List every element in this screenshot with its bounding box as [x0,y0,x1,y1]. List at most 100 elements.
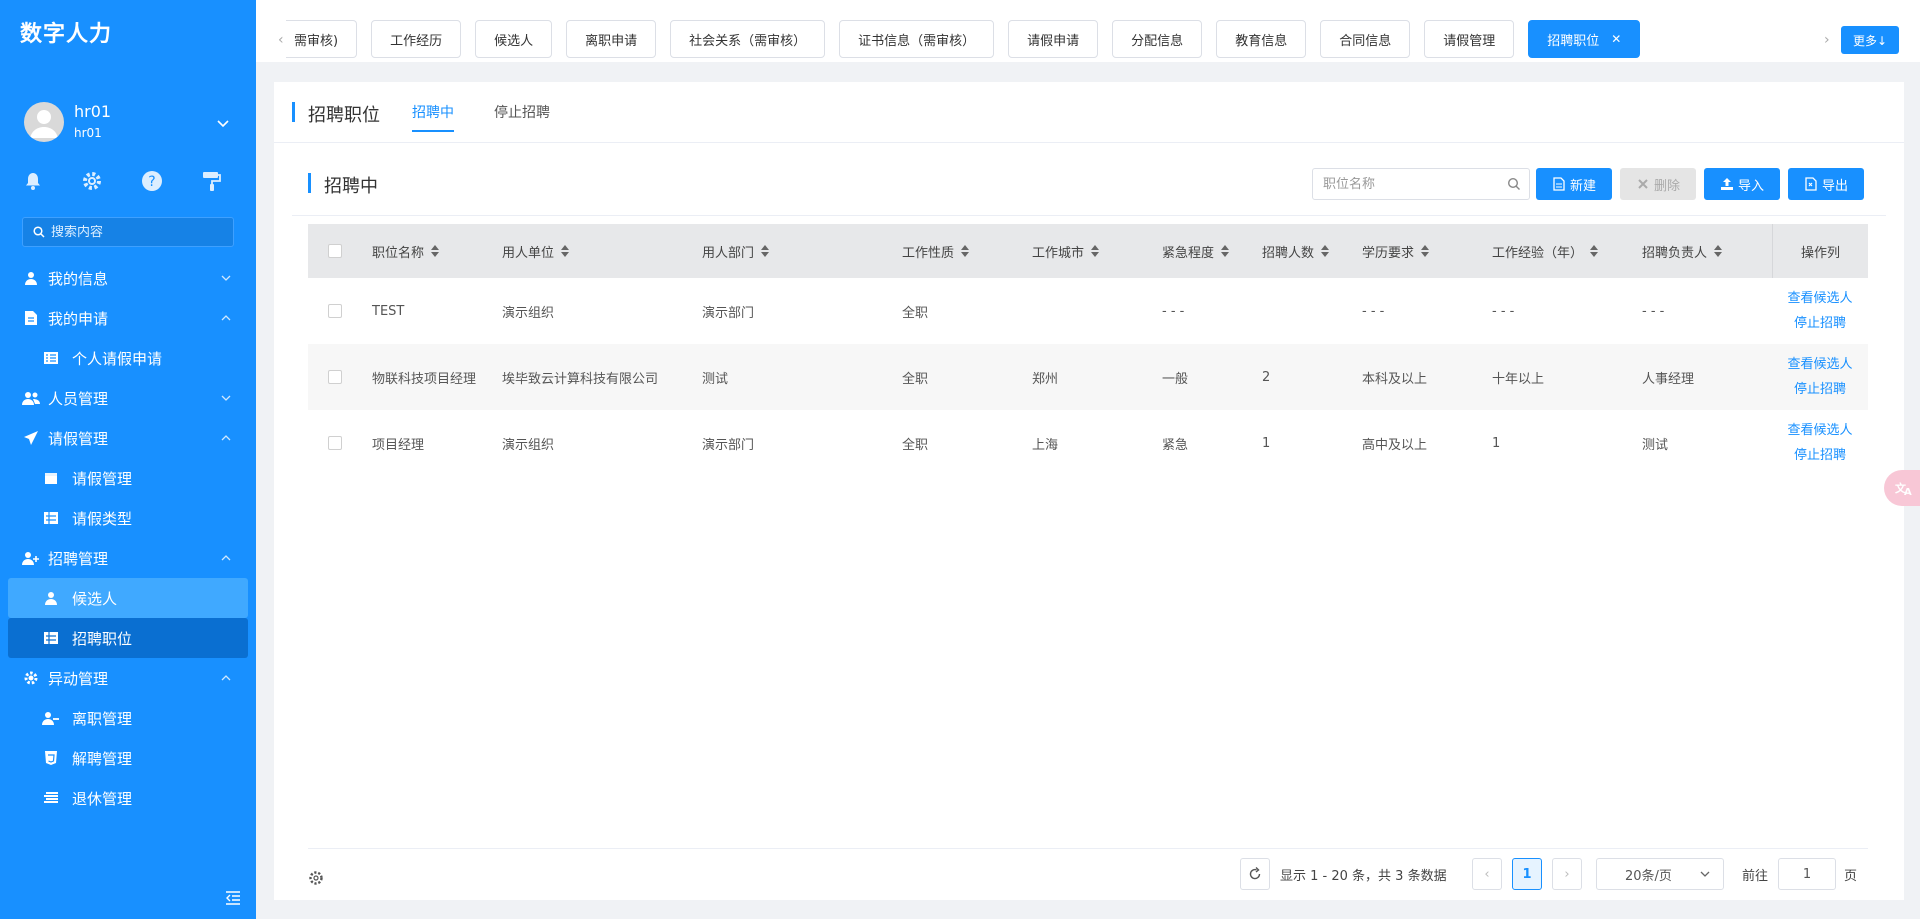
refresh-button[interactable] [1240,858,1270,890]
export-button[interactable]: 导出 [1788,168,1864,200]
stop-recruiting-link[interactable]: 停止招聘 [1794,377,1846,402]
translate-icon[interactable]: 文A [1884,470,1920,506]
delete-button[interactable]: 删除 [1620,168,1696,200]
sort-icon[interactable] [1589,244,1599,258]
sort-icon[interactable] [760,244,770,258]
sidebar-search[interactable] [22,217,234,247]
close-icon[interactable]: ✕ [1611,32,1621,46]
menu-job-positions[interactable]: 招聘职位 [8,618,248,658]
col-header-urgency[interactable]: 紧急程度 [1162,224,1230,278]
sort-icon[interactable] [1420,244,1430,258]
table-row[interactable]: TEST 演示组织 演示部门 全职 - - - - - - - - - - - … [308,278,1868,344]
sort-icon[interactable] [1090,244,1100,258]
col-header-count[interactable]: 招聘人数 [1262,224,1330,278]
paint-roller-icon[interactable] [198,168,224,194]
sort-icon[interactable] [1713,244,1723,258]
chevron-down-icon[interactable] [216,116,230,130]
menu-retirement[interactable]: 退休管理 [0,778,256,818]
cell-actions: 查看候选人 停止招聘 [1772,278,1868,344]
page-number-current[interactable]: 1 [1512,858,1542,890]
stop-recruiting-link[interactable]: 停止招聘 [1794,311,1846,336]
sidebar-search-input[interactable] [51,224,221,240]
select-all-checkbox[interactable] [328,244,342,258]
tab-certificates[interactable]: 证书信息（需审核） [839,20,995,58]
tab-contract[interactable]: 合同信息 [1320,20,1411,58]
menu-leave-manage[interactable]: 请假管理 [0,458,256,498]
menu-leave-types[interactable]: 请假类型 [0,498,256,538]
page-size-select[interactable]: 20条/页 [1596,858,1724,890]
table-row[interactable]: 项目经理 演示组织 演示部门 全职 上海 紧急 1 高中及以上 1 测试 查看候… [308,410,1868,476]
col-header-experience[interactable]: 工作经验（年） [1492,224,1599,278]
help-icon[interactable]: ? [139,168,165,194]
tab-resignation-request[interactable]: 离职申请 [566,20,657,58]
col-header-education[interactable]: 学历要求 [1362,224,1430,278]
menu-leave-management[interactable]: 请假管理 [0,418,256,458]
row-checkbox[interactable] [328,370,342,384]
table-row[interactable]: 物联科技项目经理 埃毕致云计算科技有限公司 测试 全职 郑州 一般 2 本科及以… [308,344,1868,410]
position-search[interactable] [1312,168,1530,200]
import-button[interactable]: 导入 [1704,168,1780,200]
position-search-input[interactable] [1323,176,1503,192]
view-candidates-link[interactable]: 查看候选人 [1787,286,1852,311]
stop-recruiting-link[interactable]: 停止招聘 [1794,443,1846,468]
tab-work-history[interactable]: 工作经历 [371,20,462,58]
col-header-city[interactable]: 工作城市 [1032,224,1100,278]
menu-recruitment[interactable]: 招聘管理 [0,538,256,578]
sort-icon[interactable] [1320,244,1330,258]
col-header-dept[interactable]: 用人部门 [702,224,770,278]
subtab-stopped[interactable]: 停止招聘 [494,102,550,122]
tab-job-positions[interactable]: 招聘职位 ✕ [1528,20,1641,58]
menu-candidates[interactable]: 候选人 [8,578,248,618]
tab-cert-review[interactable]: 需审核) [286,20,358,58]
row-checkbox[interactable] [328,436,342,450]
tabs-scroll-right-icon[interactable]: › [1824,32,1830,48]
menu-resignation[interactable]: 离职管理 [0,698,256,738]
goto-page-input[interactable]: 1 [1778,858,1836,890]
menu-personal-leave[interactable]: 个人请假申请 [0,338,256,378]
new-button[interactable]: 新建 [1536,168,1612,200]
tab-bar: ‹ 需审核) 工作经历 候选人 离职申请 社会关系（需审核） 证书信息（需审核）… [256,0,1920,62]
menu-my-applications[interactable]: 我的申请 [0,298,256,338]
col-header-nature[interactable]: 工作性质 [902,224,970,278]
page-header: 招聘职位 招聘中 停止招聘 [274,82,1904,143]
prev-page-button[interactable]: ‹ [1472,858,1502,890]
user-id: hr01 [74,126,102,140]
sort-icon[interactable] [560,244,570,258]
menu-my-info[interactable]: 我的信息 [0,258,256,298]
menu-transfers[interactable]: 异动管理 [0,658,256,698]
menu-dismissal[interactable]: 解聘管理 [0,738,256,778]
tab-leave-request[interactable]: 请假申请 [1008,20,1099,58]
subtab-recruiting[interactable]: 招聘中 [412,102,454,122]
header-label: 学历要求 [1362,245,1415,261]
user-tie-icon [42,589,60,607]
gear-icon[interactable] [79,168,105,194]
tab-leave-management[interactable]: 请假管理 [1424,20,1515,58]
col-header-unit[interactable]: 用人单位 [502,224,570,278]
view-candidates-link[interactable]: 查看候选人 [1787,352,1852,377]
cell-nature: 全职 [902,437,929,453]
menu-label: 我的申请 [48,309,109,328]
menu-personnel[interactable]: 人员管理 [0,378,256,418]
view-candidates-link[interactable]: 查看候选人 [1787,418,1852,443]
sort-icon[interactable] [960,244,970,258]
col-header-owner[interactable]: 招聘负责人 [1642,224,1723,278]
bell-icon[interactable] [20,168,46,194]
tab-education[interactable]: 教育信息 [1216,20,1307,58]
more-tabs-button[interactable]: 更多↓ [1841,26,1899,54]
settings-gear-icon[interactable] [308,870,324,886]
tab-candidates[interactable]: 候选人 [475,20,553,58]
tab-assignment[interactable]: 分配信息 [1112,20,1203,58]
collapse-menu-icon[interactable] [224,889,242,907]
col-header-name[interactable]: 职位名称 [372,224,440,278]
tab-social-relations[interactable]: 社会关系（需审核） [670,20,826,58]
row-checkbox[interactable] [328,304,342,318]
menu-label: 人员管理 [48,389,109,408]
sort-icon[interactable] [1220,244,1230,258]
header-label: 工作城市 [1032,245,1085,261]
sort-icon[interactable] [430,244,440,258]
next-page-button[interactable]: › [1552,858,1582,890]
search-icon[interactable] [1507,177,1521,191]
menu-label: 离职管理 [72,709,133,728]
user-panel[interactable]: hr01 hr01 [24,102,234,146]
chevron-down-icon [1700,871,1710,877]
